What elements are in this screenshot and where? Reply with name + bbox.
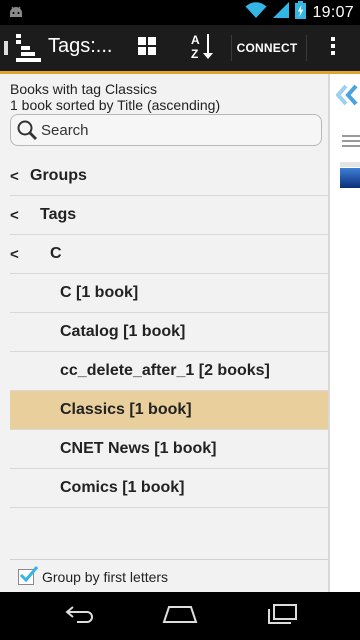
- row-label: cc_delete_after_1 [2 books]: [60, 362, 270, 379]
- tag-row[interactable]: C [1 book]: [10, 274, 328, 313]
- navigation-bar: [0, 592, 360, 640]
- grid-view-button[interactable]: [126, 25, 168, 71]
- svg-text:A: A: [191, 33, 200, 47]
- overflow-menu-button[interactable]: [316, 25, 350, 71]
- tree-group-row[interactable]: < Tags: [10, 196, 328, 235]
- group-by-label: Group by first letters: [42, 569, 169, 585]
- group-by-option[interactable]: Group by first letters: [18, 566, 168, 588]
- status-bar: 19:07: [0, 0, 360, 25]
- battery-charging-icon: [295, 1, 307, 24]
- home-icon: [161, 603, 199, 630]
- back-icon: [63, 604, 97, 629]
- svg-text:Z: Z: [191, 47, 198, 60]
- tag-list-panel: Books with tag Classics 1 book sorted by…: [0, 74, 328, 592]
- back-button[interactable]: [60, 600, 100, 632]
- tag-tree-list: < Groups < Tags < C C [1 book] Catalog [1 book]…: [10, 157, 328, 508]
- action-bar: Tags:... A Z CONNECT: [0, 25, 360, 71]
- recent-apps-button[interactable]: [262, 600, 302, 632]
- tag-row[interactable]: Comics [1 book]: [10, 469, 328, 508]
- connect-label: CONNECT: [236, 41, 298, 55]
- row-label: Comics [1 book]: [60, 479, 185, 496]
- screen: 19:07 Tags:... A Z CONNECT Books with ta…: [0, 0, 360, 640]
- search-icon: [16, 119, 38, 146]
- android-icon: [8, 4, 24, 25]
- row-label: Classics [1 book]: [60, 401, 192, 418]
- grid-view-icon: [137, 36, 157, 61]
- checkmark-icon: [19, 566, 39, 583]
- wifi-icon: [245, 1, 267, 24]
- row-label: Groups: [30, 167, 87, 184]
- book-preview-panel: [330, 74, 360, 592]
- footer-divider: [10, 559, 328, 560]
- header-subtitle: 1 book sorted by Title (ascending): [10, 97, 221, 113]
- recent-apps-icon: [265, 603, 299, 630]
- collapse-chevron[interactable]: <: [10, 168, 19, 185]
- clock: 19:07: [312, 3, 354, 21]
- tag-row[interactable]: Classics [1 book]: [10, 391, 328, 430]
- signal-icon: [273, 1, 290, 24]
- collapse-arrows-icon[interactable]: [335, 84, 360, 111]
- action-bar-title[interactable]: Tags:...: [48, 35, 112, 58]
- row-label: C: [50, 245, 62, 262]
- home-button[interactable]: [160, 600, 200, 632]
- sort-button[interactable]: A Z: [180, 25, 226, 71]
- connect-button[interactable]: CONNECT: [234, 25, 300, 71]
- header-title: Books with tag Classics: [10, 81, 158, 97]
- tag-row[interactable]: Catalog [1 book]: [10, 313, 328, 352]
- tag-row[interactable]: cc_delete_after_1 [2 books]: [10, 352, 328, 391]
- status-icons: 19:07: [245, 1, 354, 24]
- group-by-checkbox[interactable]: [18, 566, 39, 585]
- action-bar-separator: [231, 35, 232, 61]
- book-thumbnail-caption: [340, 162, 360, 167]
- collapse-chevron[interactable]: <: [10, 246, 19, 263]
- row-label: C [1 book]: [60, 284, 139, 301]
- row-label: Catalog [1 book]: [60, 323, 186, 340]
- book-thumbnail-2[interactable]: [340, 168, 360, 188]
- tree-group-row[interactable]: < Groups: [10, 157, 328, 196]
- collapse-chevron[interactable]: <: [10, 207, 19, 224]
- tree-group-row[interactable]: < C: [10, 235, 328, 274]
- tag-row[interactable]: CNET News [1 book]: [10, 430, 328, 469]
- row-label: Tags: [40, 206, 77, 223]
- tag-browser-icon[interactable]: [4, 32, 44, 69]
- overflow-menu-icon: [330, 36, 336, 61]
- sort-az-icon: A Z: [190, 32, 216, 65]
- search-box[interactable]: [10, 114, 322, 146]
- book-thumbnail[interactable]: [340, 132, 360, 152]
- search-input[interactable]: [41, 119, 311, 141]
- row-label: CNET News [1 book]: [60, 440, 217, 457]
- action-bar-separator-2: [306, 35, 307, 61]
